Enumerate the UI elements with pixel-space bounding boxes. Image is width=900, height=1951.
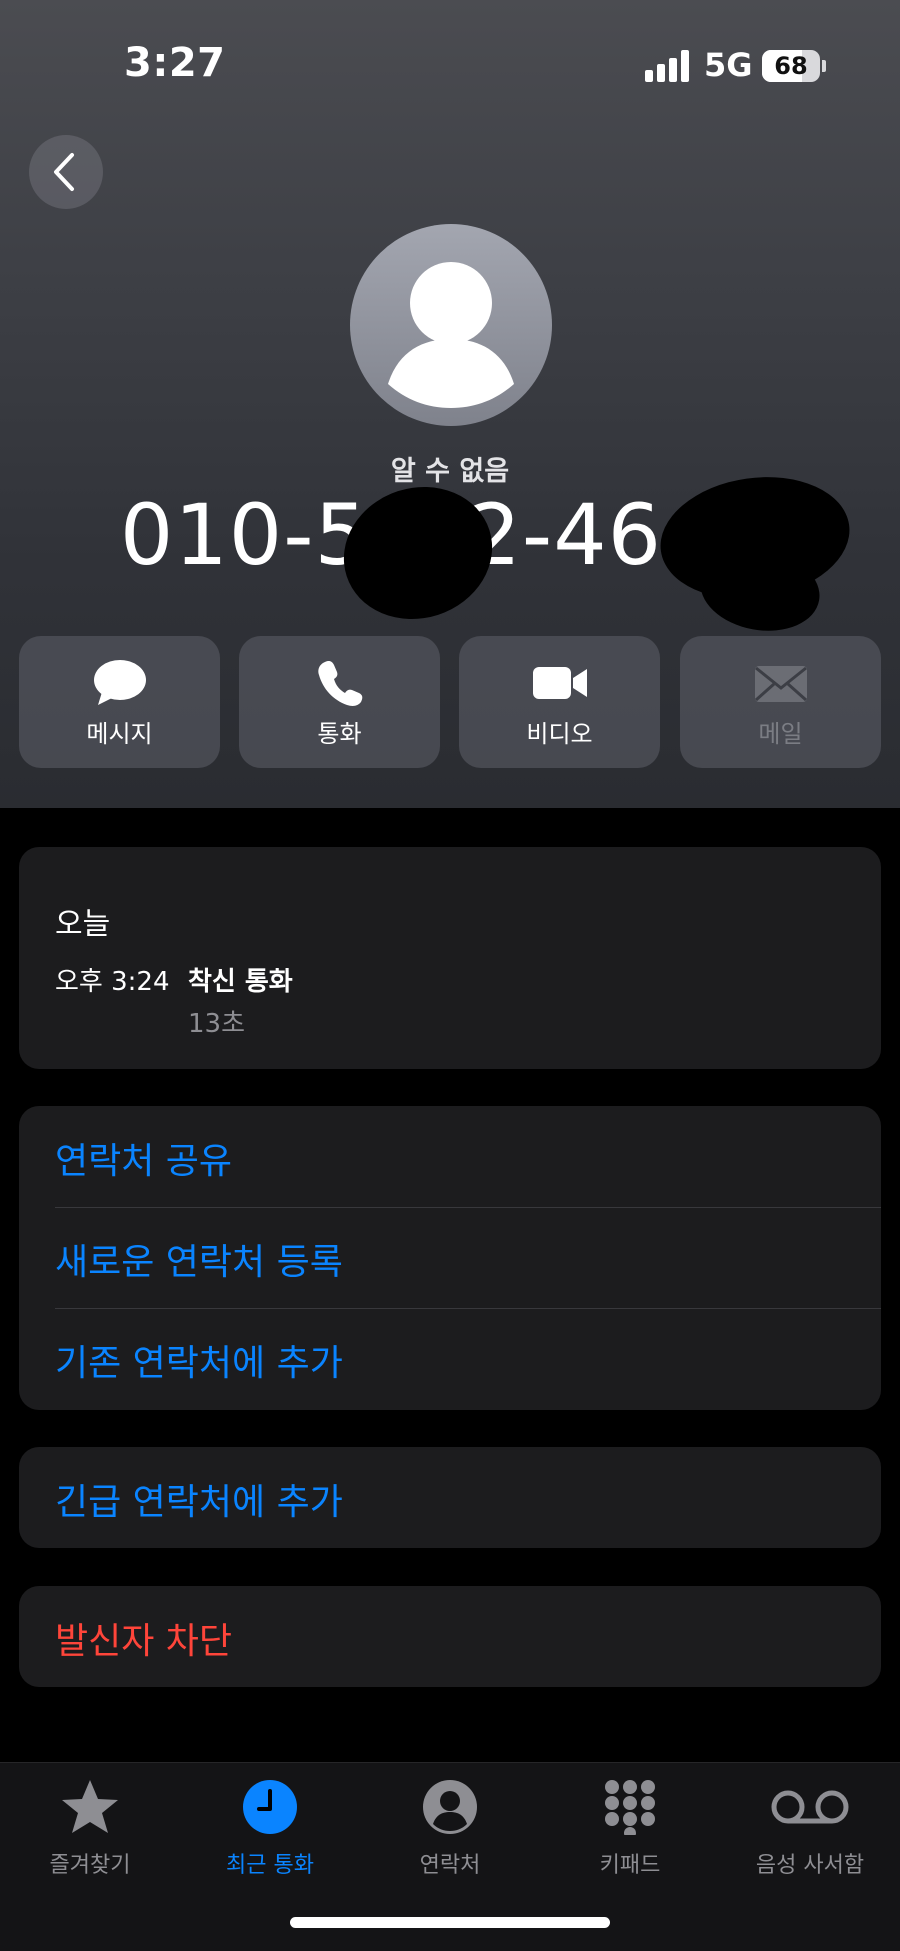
mail-button[interactable]: 메일 [680, 636, 881, 768]
tab-recents[interactable]: 최근 통화 [180, 1763, 360, 1893]
tab-recents-label: 최근 통화 [226, 1853, 314, 1878]
person-silhouette-icon [388, 262, 514, 408]
call-button-label: 통화 [317, 720, 362, 748]
caller-number-part2: 2-46 [467, 486, 663, 584]
add-emergency-contact-button[interactable]: 긴급 연락처에 추가 [55, 1473, 343, 1525]
history-call-time: 오후 3:24 [55, 967, 170, 997]
tab-contacts-label: 연락처 [419, 1853, 481, 1878]
tab-voicemail[interactable]: 음성 사서함 [720, 1763, 900, 1893]
battery-tip [822, 60, 826, 72]
phone-icon [317, 661, 362, 706]
contact-avatar [350, 224, 552, 426]
person-circle-icon [423, 1780, 477, 1834]
battery-level: 68 [774, 52, 808, 80]
history-call-type: 착신 통화 [188, 967, 293, 997]
video-camera-icon [532, 667, 587, 699]
block-caller-card: 발신자 차단 [19, 1586, 881, 1687]
keypad-icon [605, 1780, 655, 1835]
call-history-card: 오늘 오후 3:24 착신 통화 13초 [19, 847, 881, 1069]
call-button[interactable]: 통화 [239, 636, 440, 768]
tab-keypad-label: 키패드 [599, 1853, 661, 1878]
mail-button-label: 메일 [758, 720, 803, 748]
add-to-existing-contact-button[interactable]: 기존 연락처에 추가 [55, 1334, 343, 1386]
signal-strength-icon [645, 50, 691, 82]
tab-voicemail-label: 음성 사서함 [755, 1853, 865, 1878]
envelope-icon [754, 666, 807, 702]
tab-favorites-label: 즐겨찾기 [49, 1853, 131, 1878]
video-button-label: 비디오 [526, 720, 593, 748]
share-contact-button[interactable]: 연락처 공유 [55, 1132, 232, 1184]
divider [55, 1207, 881, 1208]
block-caller-button[interactable]: 발신자 차단 [55, 1612, 232, 1664]
battery-icon: 68 [762, 50, 820, 82]
create-new-contact-button[interactable]: 새로운 연락처 등록 [55, 1233, 343, 1285]
divider [55, 1308, 881, 1309]
clock-icon [243, 1780, 297, 1834]
history-day: 오늘 [55, 907, 111, 942]
tab-contacts[interactable]: 연락처 [360, 1763, 540, 1893]
tab-keypad[interactable]: 키패드 [540, 1763, 720, 1893]
home-indicator[interactable] [290, 1917, 610, 1928]
video-button[interactable]: 비디오 [459, 636, 660, 768]
status-time: 3:27 [124, 40, 226, 86]
message-bubble-icon [93, 660, 146, 705]
tab-favorites[interactable]: 즐겨찾기 [0, 1763, 180, 1893]
chevron-left-icon [54, 153, 74, 191]
voicemail-icon [771, 1790, 849, 1824]
star-icon [62, 1780, 118, 1833]
emergency-contact-card: 긴급 연락처에 추가 [19, 1447, 881, 1548]
back-button[interactable] [29, 135, 103, 209]
network-type: 5G [704, 46, 753, 84]
history-call-duration: 13초 [188, 1009, 246, 1039]
message-button[interactable]: 메시지 [19, 636, 220, 768]
contact-options-card: 연락처 공유 새로운 연락처 등록 기존 연락처에 추가 [19, 1106, 881, 1410]
message-button-label: 메시지 [86, 720, 153, 748]
